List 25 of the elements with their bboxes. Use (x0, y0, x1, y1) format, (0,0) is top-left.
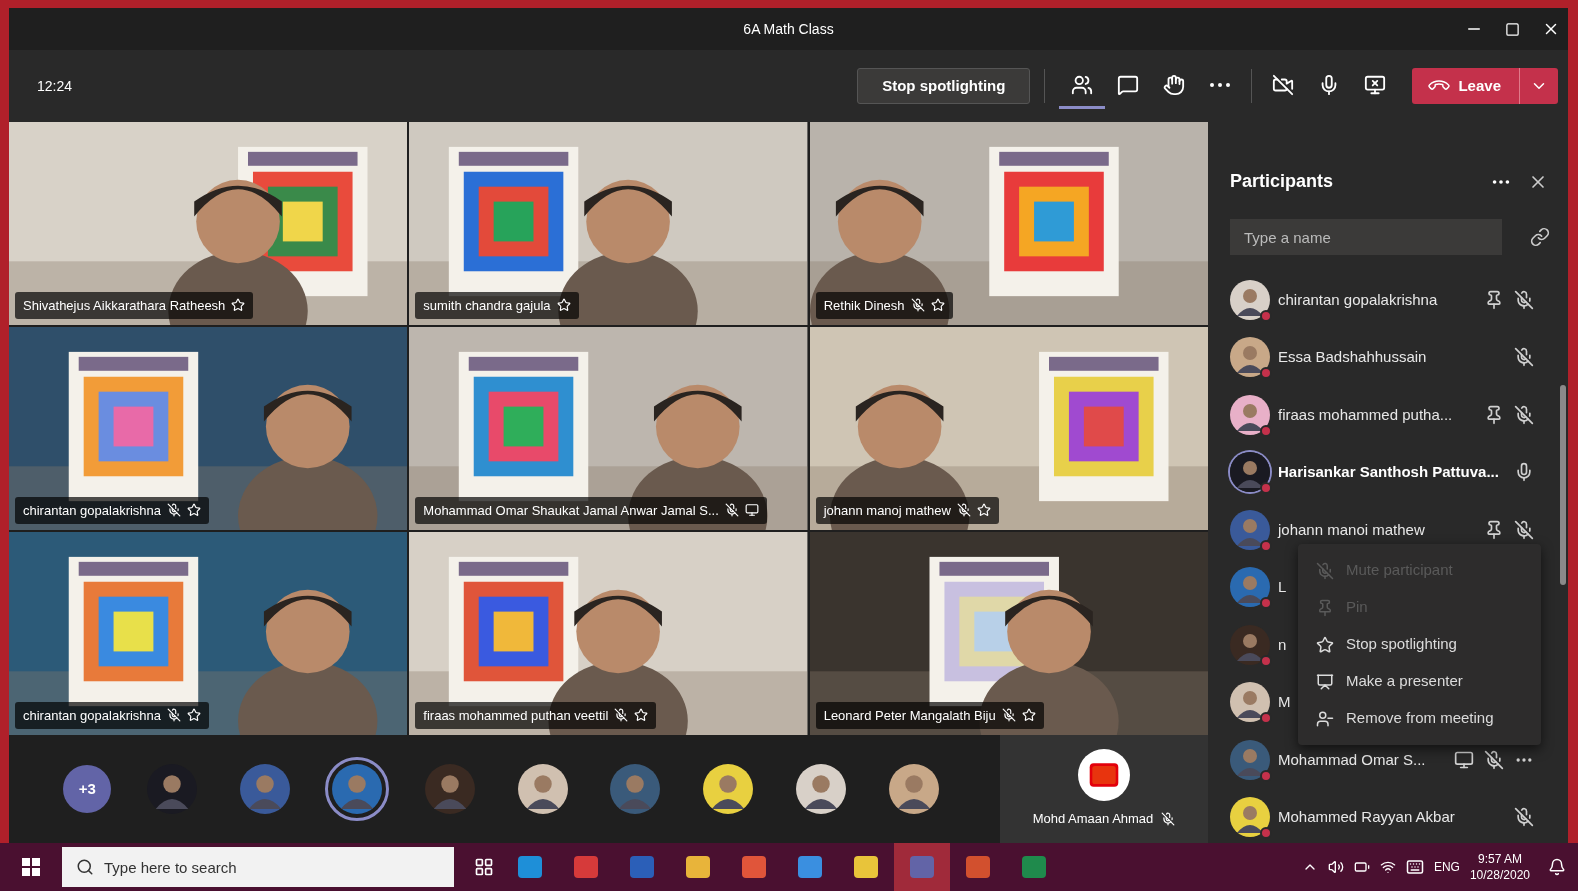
participant-name: n (1278, 634, 1287, 655)
participant-name: johann manoi mathew (1278, 519, 1425, 540)
participant-name: Shivathejus Aikkarathara Ratheesh (23, 296, 226, 315)
participant-name: Leonard Peter Mangalath Biju (823, 706, 996, 725)
participant-name: Harisankar Santhosh Pattuva... (1278, 462, 1499, 482)
participant-name: Mohammad Omar S... (1278, 749, 1426, 770)
participant-name: johann manoj mathew (823, 501, 951, 520)
participant-name: Mohammad Omar Shaukat Jamal Anwar Jamal S... (423, 501, 719, 520)
window-title: 6A Math Class (743, 19, 834, 39)
clock-date: 10/28/2020 (1469, 867, 1530, 883)
participant-name: Essa Badshahhussain (1278, 347, 1427, 367)
participant-name: chirantan gopalakrishna (23, 706, 162, 725)
participant-name: Rethik Dinesh (823, 296, 905, 315)
participant-name: M (1278, 692, 1291, 712)
participant-name: Mohammed Rayyan Akbar (1278, 807, 1455, 827)
clock-time: 9:57 AM (1477, 851, 1522, 867)
participant-name: chirantan gopalakrishna (23, 501, 162, 520)
participant-name: sumith chandra gajula (423, 296, 551, 315)
participant-name: Mohd Amaan Ahmad (1032, 810, 1154, 829)
participant-name: firaas mohammed puthan veettil (423, 706, 609, 725)
participant-name: L (1278, 577, 1287, 597)
participant-name: firaas mohammed putha... (1278, 404, 1453, 425)
meeting-timer: 12:24 (37, 76, 73, 96)
participant-name: chirantan gopalakrishna (1278, 289, 1438, 310)
panel-title: Participants (1230, 170, 1334, 193)
